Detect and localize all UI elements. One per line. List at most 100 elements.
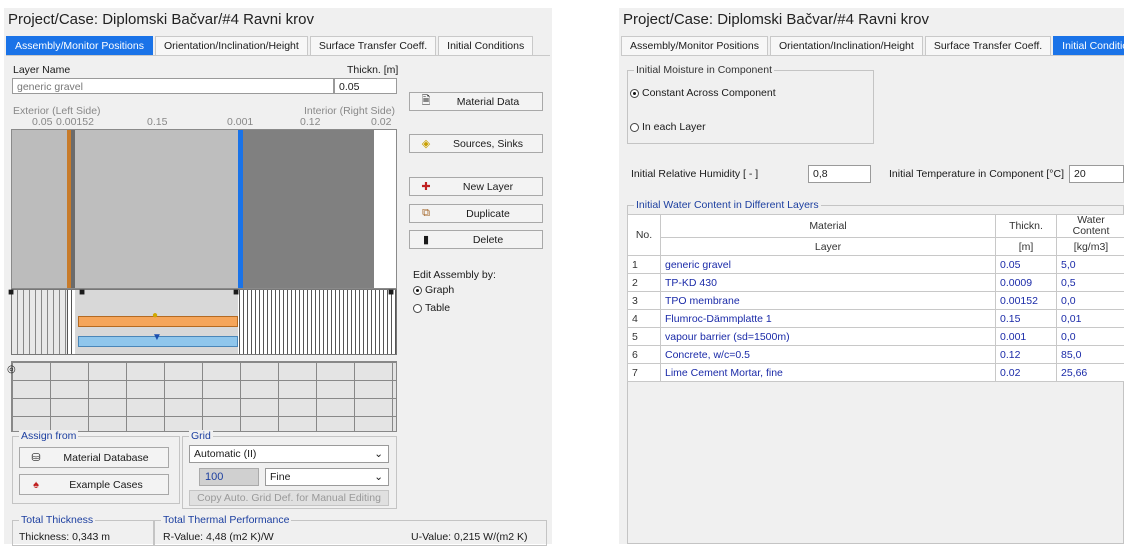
examples-icon: ♠ <box>28 479 44 491</box>
row-water-content[interactable]: 0,5 <box>1057 274 1124 292</box>
table-row[interactable]: 3TPO membrane0.001520,0 <box>628 292 1124 310</box>
material-database-button[interactable]: ⛁Material Database <box>19 447 169 468</box>
thickness-input[interactable]: 0.05 <box>334 78 397 94</box>
col-water-header: WaterContent <box>1057 215 1124 238</box>
scale-tick-5: 0.12 <box>300 116 320 128</box>
initial-moisture-group: Initial Moisture in Component Constant A… <box>627 70 874 144</box>
monitor-gravel-icon[interactable]: ■ <box>79 287 85 298</box>
tab-initial-conditions[interactable]: Initial Conditions <box>438 36 533 55</box>
layer-name-input[interactable]: generic gravel <box>12 78 334 94</box>
edit-assembly-title: Edit Assembly by: <box>413 269 496 281</box>
thermal-title: Total Thermal Performance <box>161 514 291 526</box>
tab-assembly[interactable]: Assembly/Monitor Positions <box>6 36 153 55</box>
tab-underline <box>6 55 550 56</box>
table-row[interactable]: 4Flumroc-Dämmplatte 10.150,01 <box>628 310 1124 328</box>
col-layer-header: Layer <box>661 238 996 256</box>
tab-bar: Assembly/Monitor Positions Orientation/I… <box>6 36 535 55</box>
row-material: Concrete, w/c=0.5 <box>661 346 996 364</box>
tab-surface-transfer[interactable]: Surface Transfer Coeff. <box>310 36 436 55</box>
constant-across-radio[interactable]: Constant Across Component <box>630 87 776 99</box>
initial-moisture-title: Initial Moisture in Component <box>634 64 774 76</box>
tab-initial-conditions[interactable]: Initial Conditions <box>1053 36 1124 55</box>
row-no: 6 <box>628 346 661 364</box>
col-thickn-header: Thickn. <box>996 215 1057 238</box>
graph-radio[interactable]: Graph <box>413 284 454 296</box>
radio-dot <box>630 123 639 132</box>
u-value: U-Value: 0,215 W/(m2 K) <box>411 531 528 543</box>
layer-name-label: Layer Name <box>13 64 70 76</box>
row-water-content[interactable]: 0,01 <box>1057 310 1124 328</box>
temp-label: Initial Temperature in Component [°C] <box>889 168 1064 180</box>
layer-gravel[interactable] <box>12 130 67 288</box>
row-water-content[interactable]: 5,0 <box>1057 256 1124 274</box>
temp-input[interactable]: 20 <box>1069 165 1124 183</box>
water-content-table: No. Material Thickn. WaterContent Layer … <box>627 214 1124 382</box>
assembly-graph[interactable] <box>11 129 397 289</box>
tab-orientation[interactable]: Orientation/Inclination/Height <box>770 36 923 55</box>
edit-assembly-group: Edit Assembly by: Graph Table <box>409 269 543 327</box>
sources-sinks-button[interactable]: ◈Sources, Sinks <box>409 134 543 153</box>
monitor-right-icon[interactable]: ■ <box>388 287 394 298</box>
grid-mode-select[interactable]: Automatic (II) ⌄ <box>189 445 389 463</box>
total-thickness-value: Thickness: 0,343 m <box>19 531 110 543</box>
grid-fineness-select[interactable]: Fine ⌄ <box>265 468 389 486</box>
col-no-header: No. <box>628 215 661 256</box>
table-row[interactable]: 1generic gravel0.055,0 <box>628 256 1124 274</box>
copy-grid-button[interactable]: Copy Auto. Grid Def. for Manual Editing <box>189 490 389 506</box>
material-data-button[interactable]: 🗎Material Data <box>409 92 543 111</box>
tab-assembly[interactable]: Assembly/Monitor Positions <box>621 36 768 55</box>
rh-input[interactable]: 0,8 <box>808 165 871 183</box>
row-water-content[interactable]: 0,0 <box>1057 328 1124 346</box>
monitor-left-icon[interactable]: ■ <box>8 287 14 298</box>
grid-handle-icon[interactable]: ◎ <box>7 364 16 375</box>
table-row[interactable]: 2TP-KD 4300.00090,5 <box>628 274 1124 292</box>
layer-insulation[interactable] <box>75 130 238 288</box>
row-material: TP-KD 430 <box>661 274 996 292</box>
row-thickness: 0.0009 <box>996 274 1057 292</box>
monitor-strip[interactable]: ● ▼ ■ ■ ■ ■ <box>11 289 397 355</box>
row-thickness: 0.12 <box>996 346 1057 364</box>
left-panel: Project/Case: Diplomski Bačvar/#4 Ravni … <box>4 8 552 544</box>
table-row[interactable]: 6Concrete, w/c=0.50.1285,0 <box>628 346 1124 364</box>
table-row[interactable]: 7Lime Cement Mortar, fine0.0225,66 <box>628 364 1124 382</box>
radio-dot <box>413 304 422 313</box>
duplicate-button[interactable]: ⧉Duplicate <box>409 204 543 223</box>
chevron-down-icon: ⌄ <box>374 446 383 463</box>
delete-button[interactable]: ▮Delete <box>409 230 543 249</box>
row-water-content[interactable]: 0,0 <box>1057 292 1124 310</box>
row-thickness: 0.00152 <box>996 292 1057 310</box>
radio-dot <box>413 286 422 295</box>
radio-dot <box>630 89 639 98</box>
col-material-header: Material <box>661 215 996 238</box>
col-unit-wc-header: [kg/m3] <box>1057 238 1124 256</box>
row-water-content[interactable]: 85,0 <box>1057 346 1124 364</box>
row-thickness: 0.02 <box>996 364 1057 382</box>
layer-concrete[interactable] <box>243 130 374 288</box>
row-no: 4 <box>628 310 661 328</box>
thermal-group: Total Thermal Performance R-Value: 4,48 … <box>154 520 547 546</box>
row-material: Lime Cement Mortar, fine <box>661 364 996 382</box>
row-material: TPO membrane <box>661 292 996 310</box>
total-thickness-title: Total Thickness <box>19 514 95 526</box>
tab-orientation[interactable]: Orientation/Inclination/Height <box>155 36 308 55</box>
example-cases-button[interactable]: ♠Example Cases <box>19 474 169 495</box>
assign-from-title: Assign from <box>19 430 78 442</box>
scale-tick-6: 0.02 <box>371 116 391 128</box>
each-layer-radio[interactable]: In each Layer <box>630 121 706 133</box>
row-water-content[interactable]: 25,66 <box>1057 364 1124 382</box>
grid-count-field[interactable]: 100 <box>199 468 259 486</box>
tab-surface-transfer[interactable]: Surface Transfer Coeff. <box>925 36 1051 55</box>
layer-mortar[interactable] <box>374 130 396 288</box>
row-no: 3 <box>628 292 661 310</box>
new-layer-button[interactable]: ✚New Layer <box>409 177 543 196</box>
table-row[interactable]: 5vapour barrier (sd=1500m)0.0010,0 <box>628 328 1124 346</box>
grid-title: Grid <box>189 430 213 442</box>
monitor-mid-icon[interactable]: ■ <box>233 287 239 298</box>
new-layer-icon: ✚ <box>418 180 434 193</box>
grid-mesh <box>11 361 397 432</box>
table-radio[interactable]: Table <box>413 302 450 314</box>
rh-label: Initial Relative Humidity [ - ] <box>631 168 758 180</box>
row-no: 2 <box>628 274 661 292</box>
row-thickness: 0.001 <box>996 328 1057 346</box>
project-title: Project/Case: Diplomski Bačvar/#4 Ravni … <box>623 11 929 28</box>
